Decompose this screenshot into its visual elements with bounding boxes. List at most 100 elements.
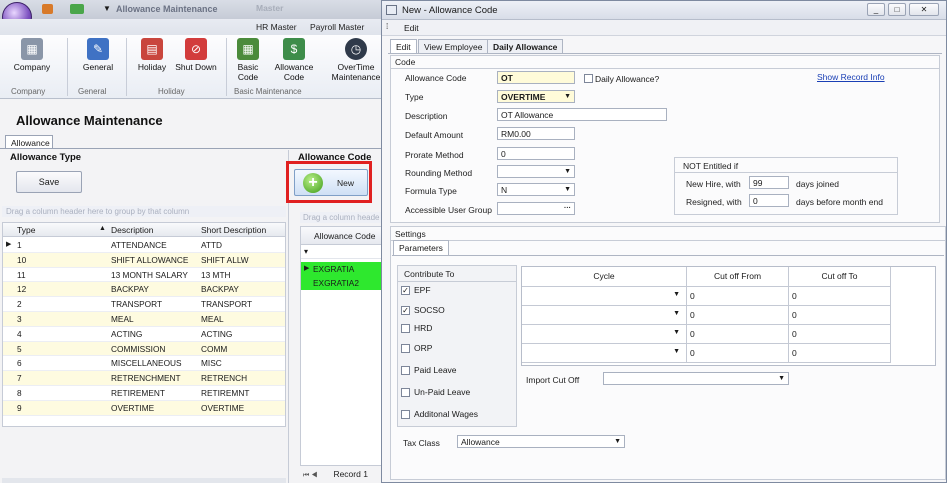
- contribute-checkbox[interactable]: ✓: [401, 306, 410, 315]
- contribute-label: HRD: [414, 323, 433, 333]
- contribute-label: Additonal Wages: [414, 409, 478, 419]
- code-row[interactable]: EXGRATIA2: [301, 276, 383, 290]
- contribute-checkbox[interactable]: [401, 366, 410, 375]
- column-type[interactable]: Type: [17, 225, 35, 235]
- table-row[interactable]: 1 ATTENDANCE ATTD ▶: [3, 238, 285, 253]
- column-allowance-code[interactable]: Allowance Code: [314, 231, 375, 241]
- contribute-checkbox[interactable]: [401, 344, 410, 353]
- grid-icon: ▦: [237, 38, 259, 60]
- daily-allowance-checkbox[interactable]: [584, 74, 593, 83]
- group-label-holiday: Holiday: [158, 87, 185, 96]
- ribbon-tab-master[interactable]: Master: [256, 3, 283, 13]
- calendar-icon: ▤: [141, 38, 163, 60]
- cut-off-to-input[interactable]: 0: [789, 287, 891, 306]
- back-window-title: Allowance Maintenance: [116, 4, 218, 14]
- close-button[interactable]: ✕: [909, 3, 939, 16]
- table-cell: 9: [17, 402, 22, 413]
- excel-icon[interactable]: [70, 4, 84, 14]
- filter-row[interactable]: ▾: [301, 245, 383, 259]
- ribbon-tab-hr-master[interactable]: HR Master: [256, 22, 297, 32]
- minimize-button[interactable]: _: [867, 3, 885, 16]
- cycle-select[interactable]: ▼: [522, 344, 687, 363]
- dropdown-arrow-icon: ▼: [614, 438, 621, 445]
- column-description[interactable]: Description: [111, 225, 154, 235]
- quick-access-dropdown-icon[interactable]: ▼: [103, 4, 111, 13]
- show-record-info-link[interactable]: Show Record Info: [817, 72, 885, 82]
- table-cell: 12: [17, 284, 27, 295]
- cycle-select[interactable]: ▼: [522, 306, 687, 325]
- window-icon: [386, 5, 397, 15]
- record-navigator[interactable]: ⏮ ◀ Record 1: [303, 469, 368, 480]
- overtime-maintenance-button[interactable]: ◷ OverTime Maintenance: [330, 38, 382, 82]
- user-group-picker[interactable]: ···: [497, 202, 575, 215]
- rounding-method-select[interactable]: ▼: [497, 165, 575, 178]
- table-row[interactable]: 2 TRANSPORT TRANSPORT: [3, 297, 285, 312]
- table-row[interactable]: 5 COMMISSION COMM: [3, 341, 285, 357]
- table-row[interactable]: 7 RETRENCHMENT RETRENCH: [3, 371, 285, 386]
- cycle-select[interactable]: ▼: [522, 287, 687, 306]
- table-row[interactable]: 4 ACTING ACTING: [3, 327, 285, 342]
- formula-type-select[interactable]: N ▼: [497, 183, 575, 196]
- dialog-title-bar: New - Allowance Code _ □ ✕: [382, 1, 946, 20]
- holiday-button[interactable]: ▤ Holiday: [132, 38, 172, 72]
- type-select[interactable]: OVERTIME ▼: [497, 90, 575, 103]
- default-amount-label: Default Amount: [405, 130, 464, 140]
- tab-daily-allowance[interactable]: Daily Allowance: [487, 39, 564, 53]
- cut-off-from-input[interactable]: 0: [687, 325, 789, 344]
- menu-edit[interactable]: Edit: [404, 23, 419, 33]
- allowance-code-button[interactable]: $ Allowance Code: [272, 38, 316, 82]
- table-row[interactable]: 11 13 MONTH SALARY 13 MTH: [3, 268, 285, 283]
- import-cutoff-select[interactable]: ▼: [603, 372, 789, 385]
- table-row[interactable]: 12 BACKPAY BACKPAY: [3, 282, 285, 298]
- contribute-checkbox[interactable]: [401, 324, 410, 333]
- table-row[interactable]: 6 MISCELLANEOUS MISC: [3, 356, 285, 372]
- formula-type-label: Formula Type: [405, 186, 457, 196]
- column-short-description[interactable]: Short Description: [201, 225, 266, 235]
- contribute-checkbox[interactable]: [401, 388, 410, 397]
- new-button[interactable]: + New: [294, 169, 368, 196]
- tab-allowance[interactable]: Allowance: [5, 135, 53, 149]
- new-hire-days-input[interactable]: 99: [749, 176, 789, 189]
- company-button[interactable]: ▦ Company: [10, 38, 54, 72]
- table-row[interactable]: 8 RETIREMENT RETIREMNT: [3, 386, 285, 401]
- save-button[interactable]: Save: [16, 171, 82, 193]
- shut-down-button[interactable]: ⊘ Shut Down: [173, 38, 219, 72]
- contribute-checkbox[interactable]: ✓: [401, 286, 410, 295]
- cut-off-to-input[interactable]: 0: [789, 344, 891, 363]
- prorate-method-input[interactable]: 0: [497, 147, 575, 160]
- cut-off-from-input[interactable]: 0: [687, 287, 789, 306]
- contribute-checkbox[interactable]: [401, 410, 410, 419]
- table-cell: MISCELLANEOUS: [111, 358, 182, 369]
- table-row[interactable]: 9 OVERTIME OVERTIME: [3, 400, 285, 416]
- cycle-select[interactable]: ▼: [522, 325, 687, 344]
- basic-code-button[interactable]: ▦ Basic Code: [233, 38, 263, 82]
- allowance-code-grid: Allowance Code ▾ EXGRATIA ▶ EXGRATIA2 ⏮ …: [300, 226, 384, 479]
- description-input[interactable]: OT Allowance: [497, 108, 667, 121]
- group-label-general: General: [78, 87, 107, 96]
- not-entitled-title: NOT Entitled if: [683, 161, 739, 171]
- code-row[interactable]: EXGRATIA: [301, 262, 383, 276]
- cut-off-to-input[interactable]: 0: [789, 306, 891, 325]
- general-button[interactable]: ✎ General: [76, 38, 120, 72]
- table-cell: SHIFT ALLOWANCE: [111, 254, 189, 265]
- cut-off-to-input[interactable]: 0: [789, 325, 891, 344]
- table-cell: 1: [17, 240, 22, 250]
- cut-off-from-input[interactable]: 0: [687, 344, 789, 363]
- tax-class-select[interactable]: Allowance ▼: [457, 435, 625, 448]
- ribbon-tab-payroll-master[interactable]: Payroll Master: [310, 22, 364, 32]
- table-row[interactable]: 10 SHIFT ALLOWANCE SHIFT ALLW: [3, 252, 285, 268]
- exit-icon[interactable]: [42, 4, 53, 14]
- horizontal-scrollbar[interactable]: [2, 478, 286, 483]
- table-row[interactable]: 3 MEAL MEAL: [3, 312, 285, 327]
- tab-parameters[interactable]: Parameters: [393, 240, 449, 255]
- default-amount-input[interactable]: RM0.00: [497, 127, 575, 140]
- allowance-code-input[interactable]: OT: [497, 71, 575, 84]
- contribute-label: Paid Leave: [414, 365, 457, 375]
- tab-view-employee[interactable]: View Employee: [418, 39, 489, 53]
- maximize-button[interactable]: □: [888, 3, 906, 16]
- sort-asc-icon: ▲: [99, 225, 106, 232]
- tab-edit[interactable]: Edit: [390, 39, 417, 53]
- resigned-days-input[interactable]: 0: [749, 194, 789, 207]
- table-cell: OVERTIME: [111, 402, 155, 413]
- cut-off-from-input[interactable]: 0: [687, 306, 789, 325]
